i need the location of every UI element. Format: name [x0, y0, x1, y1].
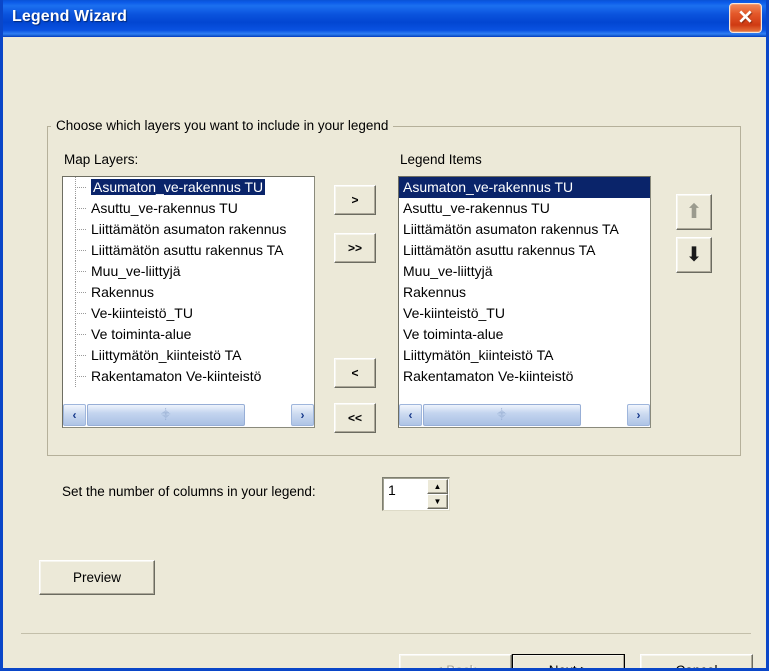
- layers-group-title: Choose which layers you want to include …: [51, 118, 394, 133]
- columns-value[interactable]: 1: [388, 482, 396, 498]
- columns-spin-up-icon[interactable]: ▲: [427, 479, 448, 494]
- remove-all-button[interactable]: <<: [334, 403, 376, 433]
- title-bar: Legend Wizard ✕: [3, 0, 766, 37]
- legend-items-scroll-left-icon[interactable]: ‹: [399, 404, 422, 426]
- map-layers-scroll-track[interactable]: ⸎: [87, 404, 290, 426]
- legend-items-scroll-thumb[interactable]: ⸎: [423, 404, 582, 426]
- map-layers-hscrollbar[interactable]: ‹ ⸎ ›: [63, 403, 314, 427]
- list-item-label: Ve-kiinteistö_TU: [403, 305, 505, 321]
- footer-separator: [21, 633, 751, 634]
- arrow-down-icon: ⬇: [685, 244, 703, 266]
- list-item[interactable]: Liittämätön asumaton rakennus: [63, 219, 314, 240]
- list-item-label: Liittymätön_kiinteistö TA: [91, 347, 242, 363]
- list-item-label: Liittämätön asuttu rakennus TA: [403, 242, 596, 258]
- dialog-client-area: Choose which layers you want to include …: [3, 37, 766, 668]
- window-title: Legend Wizard: [12, 8, 127, 25]
- close-icon: ✕: [737, 7, 754, 29]
- columns-spinner[interactable]: 1 ▲ ▼: [382, 477, 450, 511]
- move-down-button[interactable]: ⬇: [676, 237, 712, 273]
- list-item-label: Asuttu_ve-rakennus TU: [403, 200, 550, 216]
- list-item[interactable]: Rakennus: [63, 282, 314, 303]
- list-item-label: Muu_ve-liittyjä: [403, 263, 493, 279]
- list-item-label: Ve toiminta-alue: [91, 326, 192, 342]
- move-up-button[interactable]: ⬆: [676, 194, 712, 230]
- add-all-button[interactable]: >>: [334, 233, 376, 263]
- next-suffix: ext >: [558, 663, 589, 671]
- list-item[interactable]: Ve toiminta-alue: [63, 324, 314, 345]
- next-mnemonic: N: [548, 663, 559, 671]
- map-layers-scroll-right-icon[interactable]: ›: [291, 404, 314, 426]
- legend-items-hscrollbar[interactable]: ‹ ⸎ ›: [399, 403, 650, 427]
- list-item-label: Rakentamaton Ve-kiinteistö: [91, 368, 262, 384]
- list-item-label: Asuttu_ve-rakennus TU: [91, 200, 238, 216]
- list-item-label: Asumaton_ve-rakennus TU: [91, 179, 266, 195]
- list-item-label: Liittämätön asumaton rakennus: [91, 221, 287, 237]
- list-item[interactable]: Rakentamaton Ve-kiinteistö: [63, 366, 314, 387]
- list-item-label: Rakentamaton Ve-kiinteistö: [403, 368, 574, 384]
- list-item[interactable]: Ve-kiinteistö_TU: [63, 303, 314, 324]
- list-item[interactable]: Asumaton_ve-rakennus TU: [399, 177, 650, 198]
- scroll-grip-icon: ⸎: [496, 409, 508, 420]
- list-item[interactable]: Liittämätön asuttu rakennus TA: [399, 240, 650, 261]
- list-item[interactable]: Liittymätön_kiinteistö TA: [63, 345, 314, 366]
- list-item[interactable]: Liittymätön_kiinteistö TA: [399, 345, 650, 366]
- scroll-grip-icon: ⸎: [160, 409, 172, 420]
- back-suffix: ack: [455, 663, 477, 671]
- list-item[interactable]: Asuttu_ve-rakennus TU: [399, 198, 650, 219]
- map-layers-scroll-left-icon[interactable]: ‹: [63, 404, 86, 426]
- list-item-label: Liittymätön_kiinteistö TA: [403, 347, 554, 363]
- legend-items-label: Legend Items: [400, 152, 482, 167]
- list-item-label: Liittämätön asuttu rakennus TA: [91, 242, 284, 258]
- map-layers-scroll-thumb[interactable]: ⸎: [87, 404, 246, 426]
- map-layers-listbox[interactable]: Asumaton_ve-rakennus TU Asuttu_ve-rakennu…: [62, 176, 315, 428]
- list-item[interactable]: Muu_ve-liittyjä: [399, 261, 650, 282]
- list-item-label: Ve-kiinteistö_TU: [91, 305, 193, 321]
- list-item-label: Rakennus: [403, 284, 467, 300]
- remove-selected-button[interactable]: <: [334, 358, 376, 388]
- next-button[interactable]: Next >: [512, 654, 625, 671]
- arrow-up-icon: ⬆: [685, 201, 703, 223]
- map-layers-list[interactable]: Asumaton_ve-rakennus TU Asuttu_ve-rakennu…: [63, 177, 314, 401]
- legend-items-scroll-track[interactable]: ⸎: [423, 404, 626, 426]
- list-item[interactable]: Asuttu_ve-rakennus TU: [63, 198, 314, 219]
- list-item[interactable]: Rakennus: [399, 282, 650, 303]
- legend-wizard-window: Legend Wizard ✕ Choose which layers you …: [0, 0, 769, 671]
- legend-items-listbox[interactable]: Asumaton_ve-rakennus TU Asuttu_ve-rakennu…: [398, 176, 651, 428]
- cancel-button[interactable]: Cancel: [640, 654, 753, 668]
- columns-label: Set the number of columns in your legend…: [62, 484, 316, 499]
- back-button[interactable]: < Back: [399, 654, 512, 671]
- close-button[interactable]: ✕: [729, 3, 762, 33]
- back-prefix: <: [434, 663, 447, 671]
- list-item[interactable]: Liittämätön asumaton rakennus TA: [399, 219, 650, 240]
- back-mnemonic: B: [446, 663, 456, 671]
- columns-spin-down-icon[interactable]: ▼: [427, 494, 448, 509]
- list-item-label: Liittämätön asumaton rakennus TA: [403, 221, 619, 237]
- preview-button[interactable]: Preview: [39, 560, 155, 595]
- list-item[interactable]: Asumaton_ve-rakennus TU: [63, 177, 314, 198]
- legend-items-list[interactable]: Asumaton_ve-rakennus TU Asuttu_ve-rakennu…: [399, 177, 650, 401]
- list-item-label: Rakennus: [91, 284, 155, 300]
- columns-spin-buttons[interactable]: ▲ ▼: [427, 479, 448, 509]
- list-item[interactable]: Rakentamaton Ve-kiinteistö: [399, 366, 650, 387]
- list-item[interactable]: Ve-kiinteistö_TU: [399, 303, 650, 324]
- map-layers-label: Map Layers:: [64, 152, 139, 167]
- list-item-label: Asumaton_ve-rakennus TU: [403, 179, 574, 195]
- list-item[interactable]: Liittämätön asuttu rakennus TA: [63, 240, 314, 261]
- legend-items-scroll-right-icon[interactable]: ›: [627, 404, 650, 426]
- list-item-label: Muu_ve-liittyjä: [91, 263, 181, 279]
- add-selected-button[interactable]: >: [334, 185, 376, 215]
- list-item-label: Ve toiminta-alue: [403, 326, 504, 342]
- list-item[interactable]: Ve toiminta-alue: [399, 324, 650, 345]
- list-item[interactable]: Muu_ve-liittyjä: [63, 261, 314, 282]
